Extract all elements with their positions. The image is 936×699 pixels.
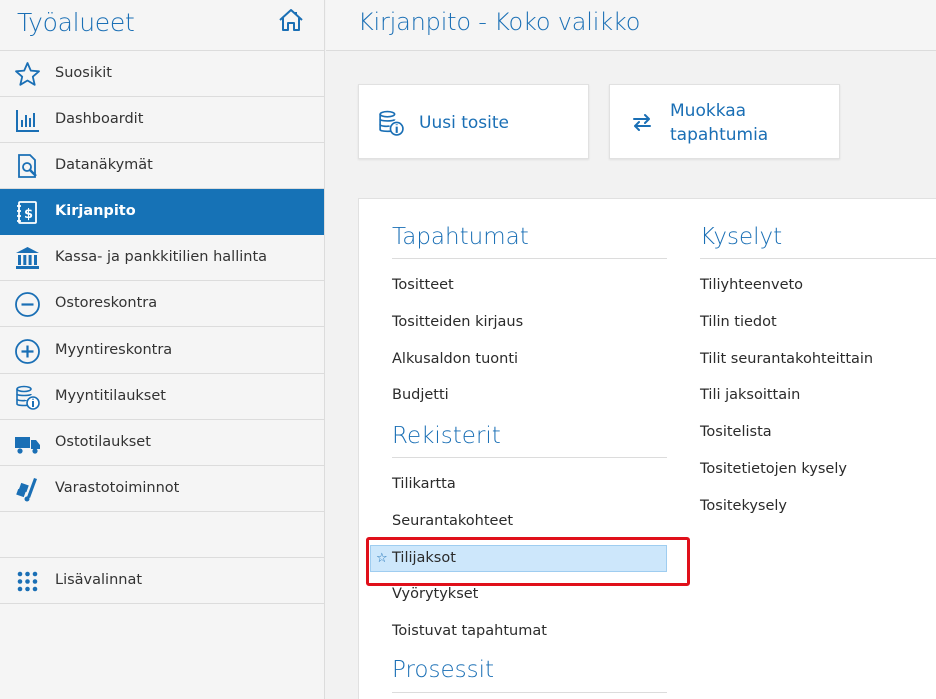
section-divider xyxy=(392,692,667,693)
sidebar-item-label: Myyntitilaukset xyxy=(55,388,166,404)
sidebar: Työalueet Suosikit Dashboardit Datanäkym… xyxy=(0,0,325,699)
truck-icon xyxy=(14,430,41,457)
new-voucher-tile[interactable]: Uusi tosite xyxy=(358,84,589,159)
sidebar-item-suosikit[interactable]: Suosikit xyxy=(0,51,324,97)
section-title-rekisterit: Rekisterit xyxy=(392,423,501,449)
sidebar-item-lisavalinnat[interactable]: Lisävalinnat xyxy=(0,558,324,604)
coins-info-icon xyxy=(14,384,41,411)
sidebar-item-kirjanpito[interactable]: $ Kirjanpito xyxy=(0,189,324,235)
main-header: Kirjanpito - Koko valikko xyxy=(326,0,936,51)
sidebar-item-myyntireskontra[interactable]: Myyntireskontra xyxy=(0,328,324,374)
section-divider xyxy=(700,258,936,259)
sidebar-item-label: Ostoreskontra xyxy=(55,295,158,311)
menu-link-tilikartta[interactable]: Tilikartta xyxy=(392,476,456,492)
sidebar-item-ostotilaukset[interactable]: Ostotilaukset xyxy=(0,420,324,466)
menu-link-vyorytykset[interactable]: Vyörytykset xyxy=(392,586,478,602)
sidebar-item-label: Datanäkymät xyxy=(55,157,153,173)
sidebar-item-label: Varastotoiminnot xyxy=(55,480,180,496)
menu-link-tilit-seurantakohteittain[interactable]: Tilit seurantakohteittain xyxy=(700,351,873,367)
tile-label-line1: Muokkaa xyxy=(670,101,747,121)
bank-icon xyxy=(14,245,41,272)
dolly-icon xyxy=(14,476,41,503)
menu-link-tilijaksot[interactable]: ☆ Tilijaksot xyxy=(370,545,667,572)
menu-link-tili-jaksoittain[interactable]: Tili jaksoittain xyxy=(700,387,800,403)
menu-link-tiliyhteenveto[interactable]: Tiliyhteenveto xyxy=(700,277,803,293)
page-title: Kirjanpito - Koko valikko xyxy=(358,8,641,36)
plus-circle-icon xyxy=(14,338,41,365)
menu-link-alkusaldon-tuonti[interactable]: Alkusaldon tuonti xyxy=(392,351,518,367)
ledger-dollar-icon: $ xyxy=(14,199,41,226)
sidebar-item-label: Kirjanpito xyxy=(55,203,136,219)
menu-link-tositteiden-kirjaus[interactable]: Tositteiden kirjaus xyxy=(392,314,523,330)
bar-chart-icon xyxy=(14,107,41,134)
menu-link-tositelista[interactable]: Tositelista xyxy=(700,424,772,440)
menu-link-tositteet[interactable]: Tositteet xyxy=(392,277,454,293)
sidebar-spacer xyxy=(0,512,324,558)
menu-link-toistuvat-tapahtumat[interactable]: Toistuvat tapahtumat xyxy=(392,623,547,639)
sidebar-item-dashboardit[interactable]: Dashboardit xyxy=(0,97,324,143)
grid-dots-icon xyxy=(14,568,41,595)
menu-link-seurantakohteet[interactable]: Seurantakohteet xyxy=(392,513,513,529)
section-title-prosessit: Prosessit xyxy=(392,657,494,683)
section-divider xyxy=(392,457,667,458)
sidebar-title: Työalueet xyxy=(17,8,135,37)
sidebar-item-label: Lisävalinnat xyxy=(55,572,143,588)
coins-info-icon xyxy=(379,110,404,136)
sidebar-item-ostoreskontra[interactable]: Ostoreskontra xyxy=(0,281,324,327)
section-divider xyxy=(392,258,667,259)
sidebar-item-label: Suosikit xyxy=(55,65,112,81)
minus-circle-icon xyxy=(14,291,41,318)
sidebar-item-kassa[interactable]: Kassa- ja pankkitilien hallinta xyxy=(0,235,324,281)
sidebar-item-label: Dashboardit xyxy=(55,111,144,127)
document-search-icon xyxy=(14,153,41,180)
menu-link-label: Tilijaksot xyxy=(392,550,456,566)
sidebar-item-label: Ostotilaukset xyxy=(55,434,151,450)
menu-link-tilin-tiedot[interactable]: Tilin tiedot xyxy=(700,314,777,330)
section-title-tapahtumat: Tapahtumat xyxy=(392,224,529,250)
svg-text:$: $ xyxy=(24,207,33,222)
sidebar-item-label: Kassa- ja pankkitilien hallinta xyxy=(55,249,268,265)
sidebar-item-myyntitilaukset[interactable]: Myyntitilaukset xyxy=(0,374,324,420)
tile-label: Uusi tosite xyxy=(419,113,509,133)
menu-link-tositetietojen-kysely[interactable]: Tositetietojen kysely xyxy=(700,461,847,477)
menu-link-tositekysely[interactable]: Tositekysely xyxy=(700,498,787,514)
star-icon xyxy=(14,61,41,88)
sidebar-header: Työalueet xyxy=(0,0,324,51)
favorite-star-icon[interactable]: ☆ xyxy=(376,546,388,571)
tile-label-line2: tapahtumia xyxy=(670,125,769,145)
edit-transactions-tile[interactable]: Muokkaa tapahtumia xyxy=(609,84,840,159)
sidebar-item-datanakymat[interactable]: Datanäkymät xyxy=(0,143,324,189)
sidebar-item-label: Myyntireskontra xyxy=(55,342,173,358)
swap-arrows-icon xyxy=(633,114,651,131)
sidebar-item-varastotoiminnot[interactable]: Varastotoiminnot xyxy=(0,466,324,512)
section-title-kyselyt: Kyselyt xyxy=(700,224,783,250)
home-icon[interactable] xyxy=(278,7,304,33)
menu-link-budjetti[interactable]: Budjetti xyxy=(392,387,449,403)
